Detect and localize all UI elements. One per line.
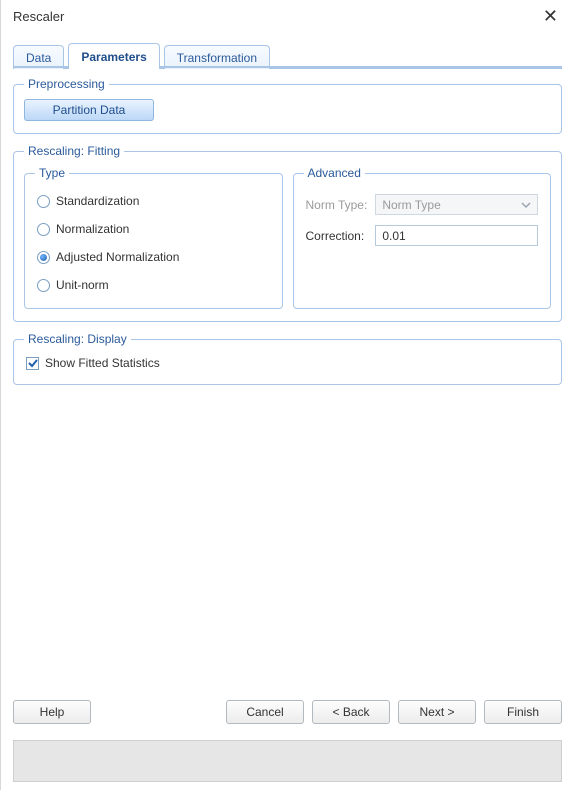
- radio-icon: [37, 195, 50, 208]
- tab-body-parameters: Preprocessing Partition Data Rescaling: …: [13, 68, 562, 782]
- tab-parameters[interactable]: Parameters: [68, 43, 159, 69]
- radio-icon: [37, 251, 50, 264]
- group-type-legend: Type: [35, 166, 69, 180]
- radio-label: Adjusted Normalization: [56, 250, 179, 264]
- radio-label: Normalization: [56, 222, 129, 236]
- group-preprocessing: Preprocessing Partition Data: [13, 77, 562, 134]
- help-button[interactable]: Help: [13, 700, 91, 724]
- chevron-down-icon: [519, 198, 533, 212]
- group-advanced-legend: Advanced: [304, 166, 365, 180]
- group-rescaling-fitting: Rescaling: Fitting Type Standardization …: [13, 144, 562, 322]
- next-button[interactable]: Next >: [398, 700, 476, 724]
- status-bar: [13, 740, 562, 782]
- norm-type-select: Norm Type: [375, 194, 538, 215]
- group-type: Type Standardization Normalization: [24, 166, 283, 309]
- checkbox-icon: [26, 357, 39, 370]
- radio-standardization[interactable]: Standardization: [37, 194, 270, 208]
- tabs: Data Parameters Transformation: [13, 42, 562, 68]
- correction-label: Correction:: [306, 229, 368, 243]
- group-advanced: Advanced Norm Type: Norm Type Correction…: [293, 166, 552, 309]
- radio-label: Unit-norm: [56, 278, 109, 292]
- partition-data-button[interactable]: Partition Data: [24, 99, 154, 121]
- norm-type-placeholder: Norm Type: [382, 198, 440, 212]
- radio-adjusted-normalization[interactable]: Adjusted Normalization: [37, 250, 270, 264]
- correction-input[interactable]: [375, 225, 538, 246]
- cancel-button[interactable]: Cancel: [226, 700, 304, 724]
- titlebar: Rescaler ✕: [1, 0, 574, 32]
- radio-unit-norm[interactable]: Unit-norm: [37, 278, 270, 292]
- group-rescaling-display: Rescaling: Display Show Fitted Statistic…: [13, 332, 562, 385]
- content-area: Data Parameters Transformation Preproces…: [1, 32, 574, 790]
- group-display-legend: Rescaling: Display: [24, 332, 131, 346]
- show-fitted-stats-label: Show Fitted Statistics: [45, 356, 160, 370]
- fitting-row: Type Standardization Normalization: [24, 166, 551, 309]
- radio-icon: [37, 223, 50, 236]
- rescaler-dialog: Rescaler ✕ Data Parameters Transformatio…: [0, 0, 574, 790]
- window-title: Rescaler: [13, 9, 64, 24]
- group-fitting-legend: Rescaling: Fitting: [24, 144, 124, 158]
- advanced-grid: Norm Type: Norm Type Correction:: [304, 188, 541, 250]
- radio-label: Standardization: [56, 194, 139, 208]
- norm-type-label: Norm Type:: [306, 198, 368, 212]
- show-fitted-stats-checkbox-row[interactable]: Show Fitted Statistics: [24, 354, 551, 372]
- wizard-button-row: Help Cancel < Back Next > Finish: [13, 696, 562, 730]
- type-radio-list: Standardization Normalization Adjusted N…: [35, 188, 272, 296]
- back-button[interactable]: < Back: [312, 700, 390, 724]
- spacer: [13, 395, 562, 686]
- group-preprocessing-legend: Preprocessing: [24, 77, 109, 91]
- close-icon[interactable]: ✕: [537, 5, 564, 27]
- radio-normalization[interactable]: Normalization: [37, 222, 270, 236]
- finish-button[interactable]: Finish: [484, 700, 562, 724]
- radio-icon: [37, 279, 50, 292]
